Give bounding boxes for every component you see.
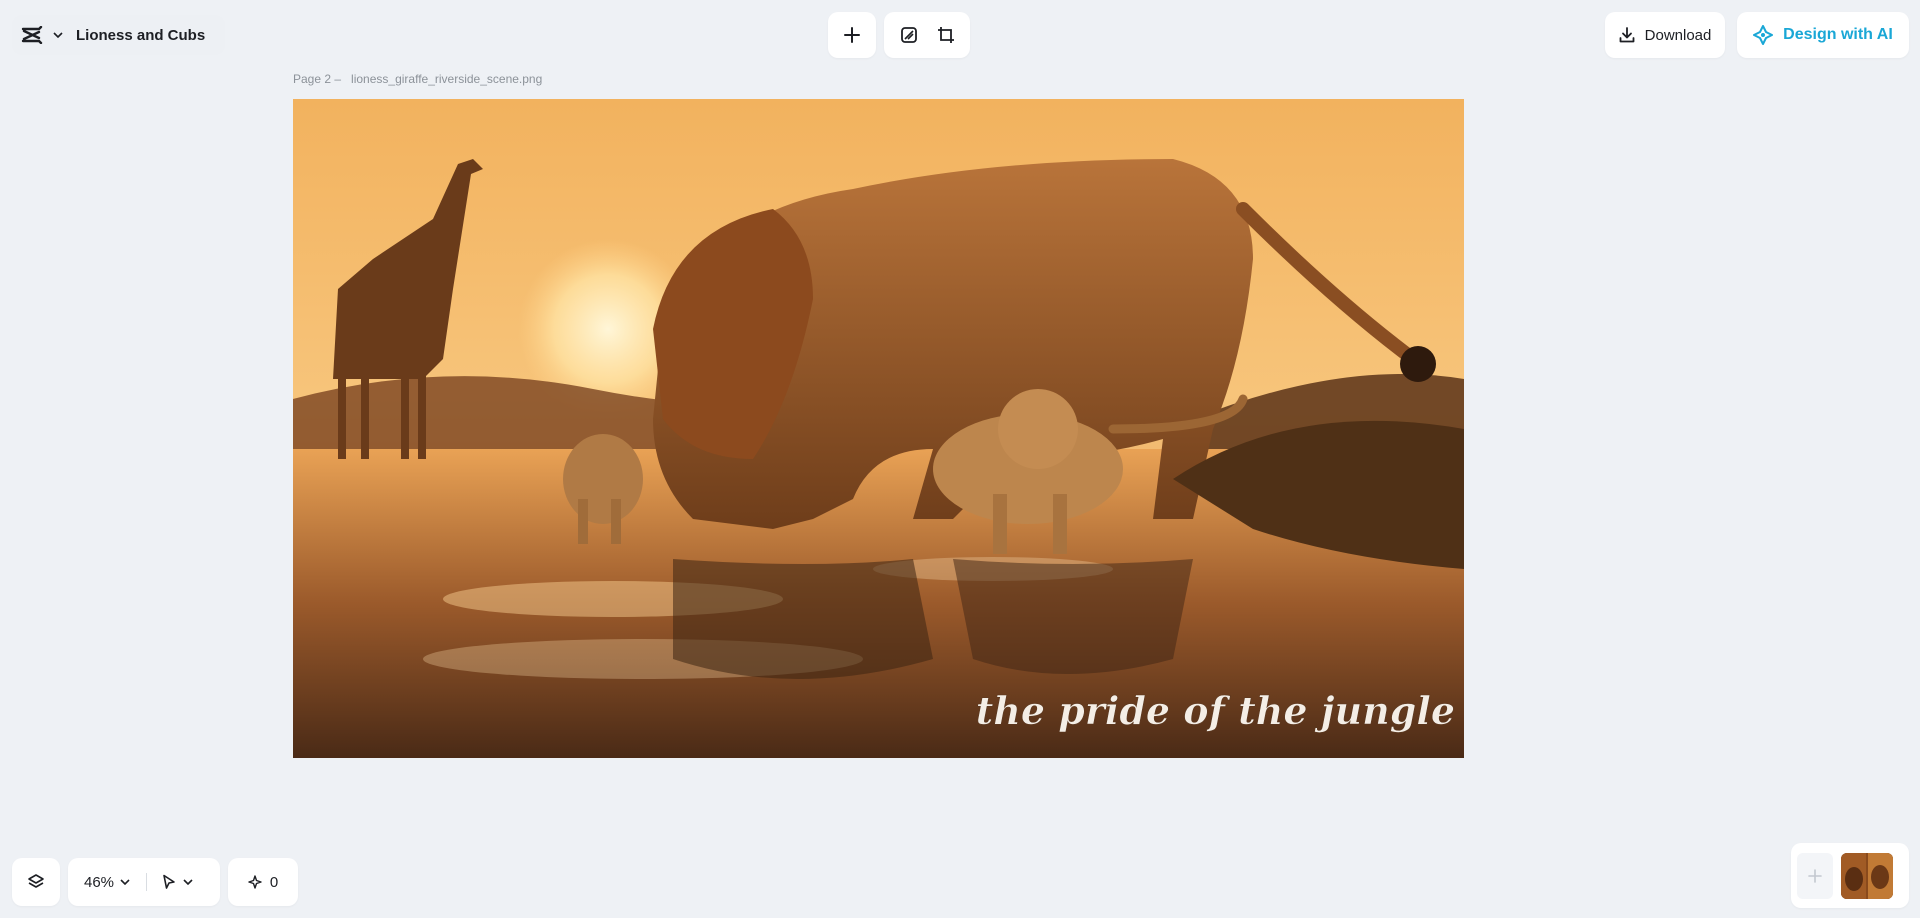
download-icon bbox=[1619, 27, 1635, 43]
sparkle-icon bbox=[248, 875, 262, 889]
chevron-down-icon bbox=[53, 32, 63, 38]
divider bbox=[146, 873, 148, 891]
add-button[interactable] bbox=[828, 12, 876, 58]
app-menu-button[interactable] bbox=[20, 17, 64, 53]
chevron-down-icon bbox=[120, 879, 130, 885]
design-with-ai-label: Design with AI bbox=[1783, 26, 1893, 43]
zoom-controls: 46% bbox=[68, 858, 220, 906]
download-label: Download bbox=[1644, 26, 1712, 44]
ai-sparkle-icon bbox=[1753, 25, 1774, 45]
plus-icon bbox=[1808, 868, 1822, 883]
ai-credits-button[interactable]: 0 bbox=[228, 858, 298, 906]
design-with-ai-button[interactable]: Design with AI bbox=[1737, 12, 1909, 58]
page-thumbnail[interactable] bbox=[1841, 852, 1893, 899]
chevron-down-icon bbox=[183, 879, 193, 885]
page-filename[interactable]: lioness_giraffe_riverside_scene.png bbox=[351, 72, 542, 86]
project-name[interactable]: Lioness and Cubs bbox=[70, 23, 211, 48]
layers-button[interactable] bbox=[12, 858, 60, 906]
pointer-icon bbox=[161, 874, 177, 890]
crop-icon[interactable] bbox=[930, 19, 962, 51]
download-button[interactable]: Download bbox=[1605, 12, 1725, 58]
ai-credits-count: 0 bbox=[269, 873, 279, 891]
add-page-button[interactable] bbox=[1797, 852, 1833, 899]
pages-panel bbox=[1791, 843, 1909, 908]
canvas-image[interactable]: the pride of the jungle bbox=[293, 99, 1464, 758]
capcut-logo-icon bbox=[21, 26, 43, 44]
canvas-overlay-text[interactable]: the pride of the jungle bbox=[975, 688, 1455, 734]
resize-icon[interactable] bbox=[893, 19, 925, 51]
page-label: Page 2 – lioness_giraffe_riverside_scene.… bbox=[293, 72, 552, 86]
layers-icon bbox=[27, 873, 45, 891]
plus-icon bbox=[844, 27, 860, 43]
pointer-tool-dropdown[interactable] bbox=[155, 874, 199, 890]
canvas-tools bbox=[884, 12, 970, 58]
zoom-value: 46% bbox=[84, 873, 115, 891]
zoom-dropdown[interactable]: 46% bbox=[76, 874, 138, 891]
page-number: Page 2 – bbox=[293, 72, 342, 86]
project-switcher: Lioness and Cubs bbox=[12, 15, 226, 55]
